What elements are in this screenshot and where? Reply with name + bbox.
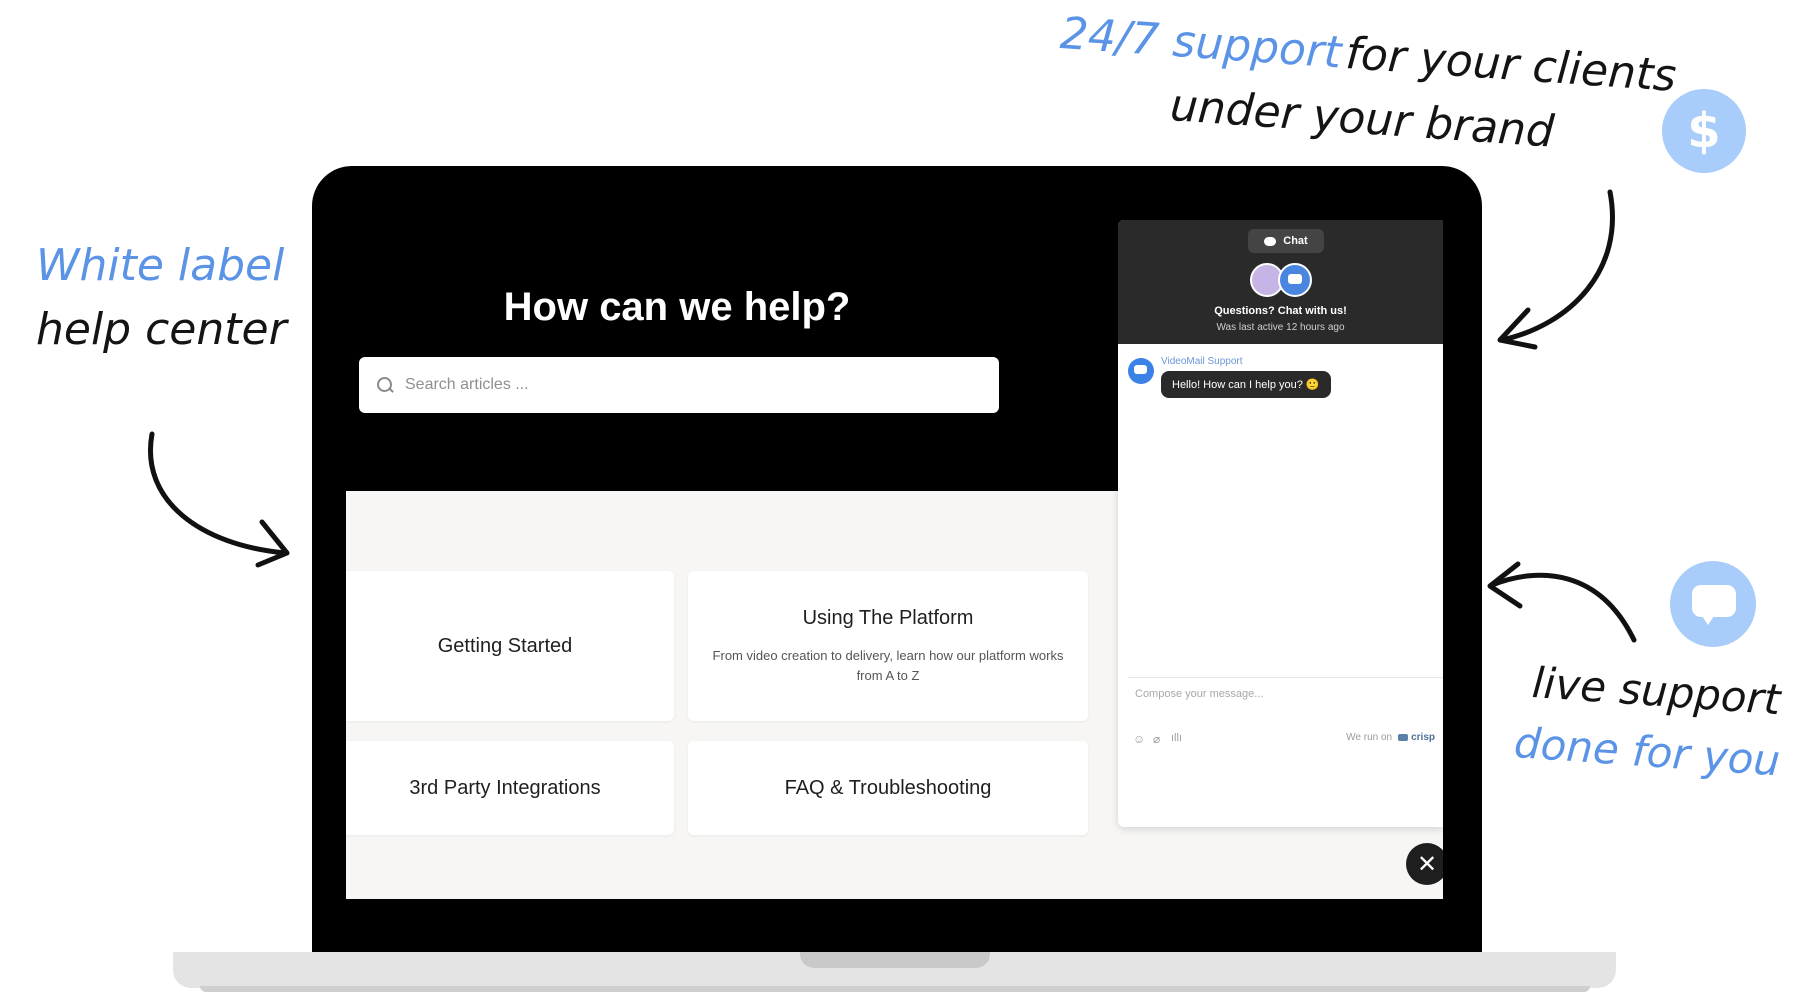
laptop-notch <box>800 952 990 968</box>
annotation-247-support: 24/7 support <box>1058 8 1344 79</box>
attachment-icon[interactable]: ⌀ <box>1153 732 1160 746</box>
powered-by-brand: crisp <box>1411 732 1435 743</box>
search-bar[interactable] <box>359 357 999 413</box>
arrow-bottom-right-icon <box>1489 572 1637 643</box>
chat-widget: Chat Questions? Chat with us! Was last a… <box>1118 220 1443 827</box>
search-input[interactable] <box>403 375 987 395</box>
category-title: FAQ & Troubleshooting <box>784 776 992 799</box>
powered-by-prefix: We run on <box>1346 732 1393 743</box>
laptop-base-shadow <box>200 986 1590 992</box>
chat-status: Was last active 12 hours ago <box>1216 322 1345 333</box>
arrow-left-icon <box>148 431 288 556</box>
message-bubble-icon <box>1670 561 1756 647</box>
audio-icon[interactable]: ıllı <box>1171 732 1182 744</box>
message-bubble-icon <box>1134 365 1147 374</box>
annotation-white-label: White label <box>36 240 285 291</box>
annotation-support-line1: 24/7 support for your clients <box>1058 8 1677 102</box>
category-card-using-the-platform[interactable]: Using The Platform From video creation t… <box>688 571 1088 721</box>
chat-tab-label: Chat <box>1283 235 1308 247</box>
arrow-bottom-right-head-icon <box>1487 561 1523 609</box>
annotation-live-support: live support <box>1530 658 1783 725</box>
search-icon <box>377 377 394 393</box>
category-title: Getting Started <box>437 634 573 657</box>
bot-avatar <box>1128 358 1154 384</box>
agent-name: VideoMail Support <box>1161 356 1243 367</box>
category-description: From video creation to delivery, learn h… <box>712 647 1064 683</box>
arrow-top-right-head-icon <box>1497 307 1538 350</box>
dollar-icon: $ <box>1662 89 1746 173</box>
message-bubble-icon <box>1288 274 1302 284</box>
chat-heading: Questions? Chat with us! <box>1214 305 1347 317</box>
page-title: How can we help? <box>503 285 851 329</box>
laptop-screen: How can we help? Getting Started Using T… <box>346 213 1443 899</box>
category-card-3rd-party-integrations[interactable]: 3rd Party Integrations <box>346 741 674 835</box>
chat-tab[interactable]: Chat <box>1248 229 1324 253</box>
compose-divider <box>1128 677 1443 678</box>
close-chat-button[interactable]: ✕ <box>1406 843 1443 885</box>
category-card-faq-troubleshooting[interactable]: FAQ & Troubleshooting <box>688 741 1088 835</box>
arrow-left-head-icon <box>255 519 290 568</box>
compose-input[interactable] <box>1133 687 1432 701</box>
arrow-top-right-icon <box>1499 189 1615 343</box>
crisp-logo-icon <box>1398 734 1409 741</box>
annotation-for-your-clients: for your clients <box>1343 27 1678 102</box>
support-avatar <box>1278 263 1312 297</box>
annotation-help-center: help center <box>36 304 287 355</box>
annotation-under-your-brand: under your brand <box>1168 80 1556 158</box>
annotation-done-for-you: done for you <box>1512 718 1782 786</box>
chat-message: Hello! How can I help you? 🙂 <box>1161 371 1331 398</box>
close-icon: ✕ <box>1416 850 1438 878</box>
emoji-icon[interactable]: ☺ <box>1133 732 1145 746</box>
powered-by[interactable]: We run on crisp <box>1346 732 1435 743</box>
category-title: 3rd Party Integrations <box>409 776 601 799</box>
chat-header: Chat Questions? Chat with us! Was last a… <box>1118 220 1443 344</box>
category-card-getting-started[interactable]: Getting Started <box>346 571 674 721</box>
category-title: Using The Platform <box>802 606 974 629</box>
chat-bubble-icon <box>1264 236 1277 246</box>
